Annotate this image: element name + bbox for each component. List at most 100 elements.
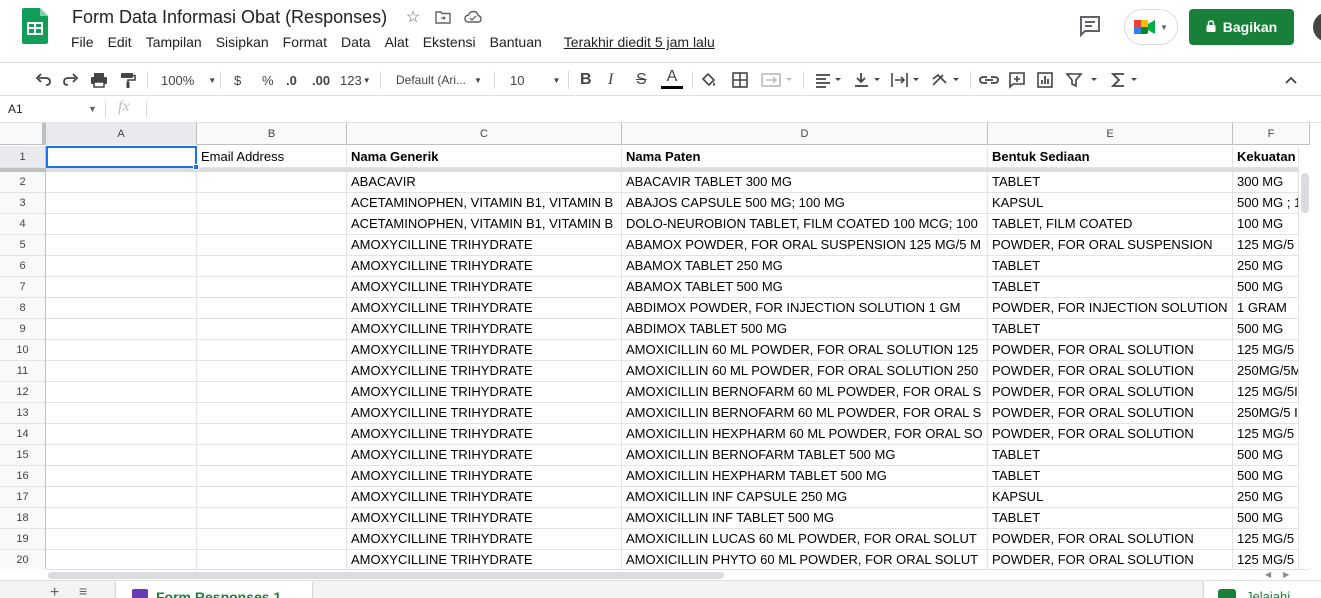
vertical-scrollbar[interactable]	[1298, 146, 1310, 569]
table-cell[interactable]: AMOXICILLIN INF TABLET 500 MG	[622, 508, 988, 529]
table-cell[interactable]	[197, 529, 347, 550]
column-header-d[interactable]: D	[622, 123, 988, 145]
insert-link-icon[interactable]	[979, 69, 999, 91]
table-cell[interactable]	[197, 382, 347, 403]
table-cell[interactable]: AMOXYCILLINE TRIHYDRATE	[347, 529, 622, 550]
name-box[interactable]: A1	[8, 102, 23, 116]
active-cell-selection[interactable]	[46, 146, 197, 168]
table-cell[interactable]	[46, 445, 197, 466]
percent-format-button[interactable]: %	[262, 69, 274, 91]
table-cell[interactable]: TABLET	[988, 256, 1233, 277]
row-header-13[interactable]: 13	[0, 403, 46, 424]
font-size-select[interactable]: 10 ▼	[510, 69, 560, 91]
paint-format-icon[interactable]	[119, 69, 137, 91]
table-cell[interactable]: ABAMOX TABLET 500 MG	[622, 277, 988, 298]
row-header-7[interactable]: 7	[0, 277, 46, 298]
avatar[interactable]	[1313, 12, 1321, 42]
table-cell[interactable]: POWDER, FOR ORAL SOLUTION	[988, 340, 1233, 361]
column-header-e[interactable]: E	[988, 123, 1233, 145]
table-cell[interactable]	[197, 550, 347, 569]
meet-button[interactable]: ▼	[1124, 9, 1178, 45]
table-cell[interactable]: ABAMOX TABLET 250 MG	[622, 256, 988, 277]
scroll-right-icon[interactable]: ▶	[1283, 570, 1289, 579]
table-cell[interactable]: TABLET	[988, 172, 1233, 193]
table-cell[interactable]: TABLET	[988, 445, 1233, 466]
table-cell[interactable]: ABAJOS CAPSULE 500 MG; 100 MG	[622, 193, 988, 214]
menu-help[interactable]: Bantuan	[490, 34, 542, 50]
table-cell[interactable]	[46, 550, 197, 569]
table-cell[interactable]	[46, 256, 197, 277]
table-cell[interactable]	[46, 424, 197, 445]
bold-button[interactable]: B	[580, 69, 592, 91]
menu-format[interactable]: Format	[283, 34, 327, 50]
row-header-1[interactable]: 1	[0, 146, 46, 168]
table-cell[interactable]: AMOXICILLIN HEXPHARM TABLET 500 MG	[622, 466, 988, 487]
table-cell[interactable]: POWDER, FOR ORAL SOLUTION	[988, 424, 1233, 445]
italic-button[interactable]: I	[608, 69, 613, 91]
fill-color-icon[interactable]	[700, 69, 718, 91]
row-header-14[interactable]: 14	[0, 424, 46, 445]
row-header-11[interactable]: 11	[0, 361, 46, 382]
table-cell[interactable]: POWDER, FOR ORAL SOLUTION	[988, 529, 1233, 550]
table-cell[interactable]: AMOXYCILLINE TRIHYDRATE	[347, 277, 622, 298]
table-cell[interactable]: TABLET, FILM COATED	[988, 214, 1233, 235]
row-header-5[interactable]: 5	[0, 235, 46, 256]
collapse-menus-icon[interactable]	[1283, 69, 1299, 91]
table-cell[interactable]: AMOXYCILLINE TRIHYDRATE	[347, 487, 622, 508]
table-cell[interactable]	[197, 193, 347, 214]
table-cell[interactable]: AMOXYCILLINE TRIHYDRATE	[347, 466, 622, 487]
table-cell[interactable]	[197, 403, 347, 424]
comment-history-icon[interactable]	[1078, 14, 1102, 38]
table-cell[interactable]: AMOXICILLIN 60 ML POWDER, FOR ORAL SOLUT…	[622, 361, 988, 382]
chevron-down-icon[interactable]: ▼	[88, 104, 97, 114]
spreadsheet-grid[interactable]: ABCDEF 1 Email Address Nama Generik Nama Pa…	[0, 123, 1310, 569]
cloud-status-icon[interactable]	[464, 8, 482, 26]
table-cell[interactable]: KAPSUL	[988, 487, 1233, 508]
insert-comment-icon[interactable]	[1008, 69, 1026, 91]
row-header-10[interactable]: 10	[0, 340, 46, 361]
table-cell[interactable]	[46, 340, 197, 361]
row-header-2[interactable]: 2	[0, 172, 46, 193]
table-cell[interactable]	[46, 466, 197, 487]
table-cell[interactable]: POWDER, FOR ORAL SUSPENSION	[988, 235, 1233, 256]
last-edit-link[interactable]: Terakhir diedit 5 jam lalu	[564, 34, 715, 50]
font-family-select[interactable]: Default (Ari... ▼	[396, 69, 482, 91]
table-cell[interactable]: AMOXYCILLINE TRIHYDRATE	[347, 445, 622, 466]
document-title[interactable]: Form Data Informasi Obat (Responses)	[72, 7, 387, 28]
currency-format-button[interactable]: $	[234, 69, 241, 91]
table-cell[interactable]: TABLET	[988, 277, 1233, 298]
table-cell[interactable]: AMOXYCILLINE TRIHYDRATE	[347, 340, 622, 361]
column-header-a[interactable]: A	[46, 123, 197, 145]
table-cell[interactable]: AMOXYCILLINE TRIHYDRATE	[347, 382, 622, 403]
sheet-tab-form-responses[interactable]: Form Responses 1	[116, 581, 312, 598]
table-cell[interactable]: TABLET	[988, 508, 1233, 529]
table-cell[interactable]: POWDER, FOR ORAL SOLUTION	[988, 550, 1233, 569]
table-cell[interactable]	[197, 487, 347, 508]
select-all-corner[interactable]	[0, 123, 46, 145]
text-color-button[interactable]: A	[661, 69, 683, 91]
table-cell[interactable]: POWDER, FOR INJECTION SOLUTION	[988, 298, 1233, 319]
table-cell[interactable]: ABACAVIR	[347, 172, 622, 193]
table-cell[interactable]: AMOXYCILLINE TRIHYDRATE	[347, 424, 622, 445]
header-cell[interactable]: Nama Generik	[347, 146, 622, 168]
print-icon[interactable]	[90, 69, 108, 91]
table-cell[interactable]	[46, 529, 197, 550]
header-cell[interactable]: Email Address	[197, 146, 347, 168]
zoom-select[interactable]: 100% ▼	[161, 69, 216, 91]
menu-edit[interactable]: Edit	[108, 34, 132, 50]
table-cell[interactable]: ACETAMINOPHEN, VITAMIN B1, VITAMIN B	[347, 214, 622, 235]
borders-icon[interactable]	[731, 69, 749, 91]
table-cell[interactable]	[197, 445, 347, 466]
menu-data[interactable]: Data	[341, 34, 371, 50]
align-left-icon[interactable]	[814, 69, 844, 91]
merge-cells-icon[interactable]	[760, 69, 792, 91]
menu-view[interactable]: Tampilan	[146, 34, 202, 50]
table-cell[interactable]	[46, 298, 197, 319]
text-wrap-icon[interactable]	[890, 69, 922, 91]
row-header-19[interactable]: 19	[0, 529, 46, 550]
table-cell[interactable]: ABACAVIR TABLET 300 MG	[622, 172, 988, 193]
table-cell[interactable]: AMOXICILLIN BERNOFARM 60 ML POWDER, FOR …	[622, 382, 988, 403]
functions-icon[interactable]	[1110, 69, 1142, 91]
table-cell[interactable]: POWDER, FOR ORAL SOLUTION	[988, 382, 1233, 403]
table-cell[interactable]: POWDER, FOR ORAL SOLUTION	[988, 403, 1233, 424]
